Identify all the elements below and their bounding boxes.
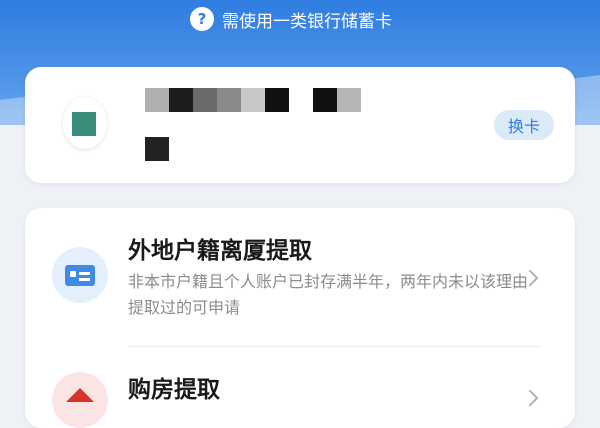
switch-card-button[interactable]: 换卡 [494, 110, 554, 140]
masked-card-name [145, 137, 169, 161]
house-icon [52, 372, 108, 428]
card-requirement-hint: ? 需使用一类银行储蓄卡 [190, 6, 392, 32]
option-title-house-purchase[interactable]: 购房提取 [128, 370, 220, 404]
question-circle-icon[interactable]: ? [190, 7, 214, 31]
bank-logo-mark [72, 112, 96, 136]
option-title-non-local[interactable]: 外地户籍离厦提取 [128, 231, 312, 265]
divider [128, 346, 542, 347]
hint-text: 需使用一类银行储蓄卡 [222, 11, 392, 32]
masked-card-number [145, 88, 361, 112]
bank-logo-icon [63, 97, 107, 149]
id-card-icon [52, 247, 108, 303]
bank-card-panel [25, 67, 575, 183]
option-description-non-local: 非本市户籍且个人账户已封存满半年，两年内未以该理由提取过的可申请 [128, 272, 529, 317]
